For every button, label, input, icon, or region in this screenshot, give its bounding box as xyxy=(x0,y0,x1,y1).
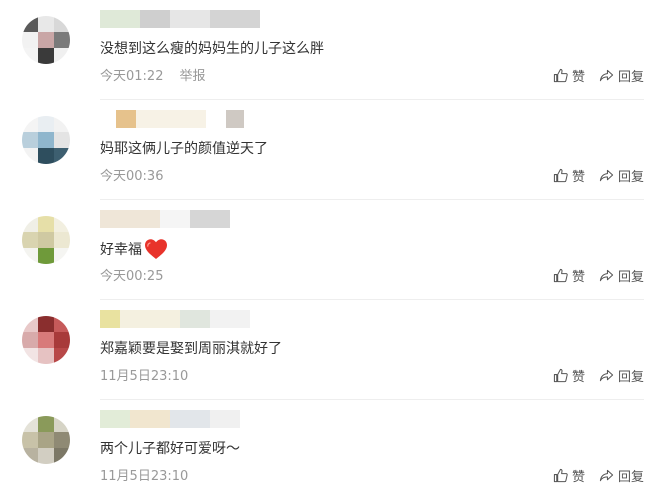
like-label: 赞 xyxy=(571,370,585,385)
reply-label: 回复 xyxy=(617,170,644,185)
comment-time: 11月5日23:10 xyxy=(100,369,189,384)
comment-item: 两个儿子都好可爱呀～ 11月5日23:10 赞 回复 xyxy=(0,400,662,500)
comment-actions: 赞 回复 xyxy=(553,266,644,285)
like-button[interactable]: 赞 xyxy=(553,66,585,85)
reply-label: 回复 xyxy=(617,70,644,85)
username-blurred[interactable] xyxy=(100,408,280,430)
like-label: 赞 xyxy=(571,70,585,85)
comment-meta: 11月5日23:10 xyxy=(100,465,188,484)
comment-actions: 赞 回复 xyxy=(553,466,644,485)
comment-actions: 赞 回复 xyxy=(553,166,644,185)
reply-button[interactable]: 回复 xyxy=(599,466,644,485)
thumbs-up-icon xyxy=(553,368,568,383)
like-label: 赞 xyxy=(571,470,585,485)
avatar[interactable] xyxy=(22,16,70,64)
share-arrow-icon xyxy=(599,69,614,82)
comment-text: 两个儿子都好可爱呀～ xyxy=(100,441,240,457)
share-arrow-icon xyxy=(599,369,614,382)
username-blurred[interactable] xyxy=(100,8,280,30)
comment-item: 郑嘉颖要是娶到周丽淇就好了 11月5日23:10 赞 回复 xyxy=(0,300,662,400)
avatar[interactable] xyxy=(22,216,70,264)
comment-text: 没想到这么瘦的妈妈生的儿子这么胖 xyxy=(100,41,324,57)
username-blurred[interactable] xyxy=(100,308,280,330)
share-arrow-icon xyxy=(599,469,614,482)
reply-button[interactable]: 回复 xyxy=(599,266,644,285)
comment-item: 没想到这么瘦的妈妈生的儿子这么胖 今天01:22 举报 赞 回复 xyxy=(0,0,662,100)
comment-text: 妈耶这俩儿子的颜值逆天了 xyxy=(100,141,268,157)
comment-time: 今天00:36 xyxy=(100,169,164,184)
thumbs-up-icon xyxy=(553,68,568,83)
thumbs-up-icon xyxy=(553,168,568,183)
reply-label: 回复 xyxy=(617,270,644,285)
avatar[interactable] xyxy=(22,416,70,464)
comment-time: 今天01:22 xyxy=(100,69,164,84)
like-button[interactable]: 赞 xyxy=(553,366,585,385)
comment-time: 11月5日23:10 xyxy=(100,469,189,484)
avatar[interactable] xyxy=(22,316,70,364)
reply-label: 回复 xyxy=(617,370,644,385)
share-arrow-icon xyxy=(599,169,614,182)
reply-button[interactable]: 回复 xyxy=(599,366,644,385)
like-button[interactable]: 赞 xyxy=(553,466,585,485)
comment-text-label: 好幸福 xyxy=(100,242,142,258)
avatar[interactable] xyxy=(22,116,70,164)
like-button[interactable]: 赞 xyxy=(553,266,585,285)
thumbs-up-icon xyxy=(553,268,568,283)
username-blurred[interactable] xyxy=(100,208,280,230)
like-label: 赞 xyxy=(571,270,585,285)
red-heart-icon xyxy=(145,239,167,259)
comment-text: 好幸福 xyxy=(100,238,168,260)
comment-item: 好幸福 今天00:25 赞 回复 xyxy=(0,200,662,300)
comment-item: 妈耶这俩儿子的颜值逆天了 今天00:36 赞 回复 xyxy=(0,100,662,200)
like-button[interactable]: 赞 xyxy=(553,166,585,185)
comment-time: 今天00:25 xyxy=(100,269,164,284)
comment-actions: 赞 回复 xyxy=(553,66,644,85)
comment-meta: 今天00:25 xyxy=(100,265,163,284)
report-link[interactable]: 举报 xyxy=(179,65,205,84)
reply-button[interactable]: 回复 xyxy=(599,66,644,85)
comment-meta: 11月5日23:10 xyxy=(100,365,188,384)
share-arrow-icon xyxy=(599,269,614,282)
reply-label: 回复 xyxy=(617,470,644,485)
thumbs-up-icon xyxy=(553,468,568,483)
like-label: 赞 xyxy=(571,170,585,185)
comment-meta: 今天00:36 xyxy=(100,165,163,184)
username-blurred[interactable] xyxy=(100,108,280,130)
comment-meta: 今天01:22 举报 xyxy=(100,65,205,84)
comment-actions: 赞 回复 xyxy=(553,366,644,385)
reply-button[interactable]: 回复 xyxy=(599,166,644,185)
comment-text: 郑嘉颖要是娶到周丽淇就好了 xyxy=(100,341,282,357)
